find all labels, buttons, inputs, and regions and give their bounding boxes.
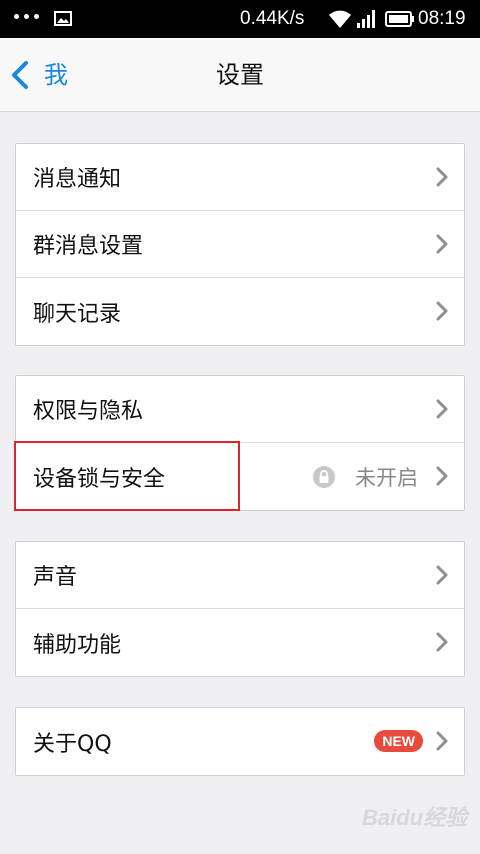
chevron-right-icon <box>436 466 448 486</box>
settings-item-group-messages[interactable]: 群消息设置 <box>16 211 464 278</box>
settings-item-sound[interactable]: 声音 <box>16 542 464 609</box>
chevron-right-icon <box>436 301 448 321</box>
chevron-right-icon <box>436 731 448 751</box>
network-speed: 0.44K/s <box>240 8 305 29</box>
settings-item-label: 辅助功能 <box>33 632 122 658</box>
navigation-bar: 我 设置 <box>0 38 480 112</box>
settings-group-about: 关于QQ NEW <box>15 707 465 776</box>
settings-item-label: 群消息设置 <box>33 234 144 259</box>
chevron-right-icon <box>436 632 448 652</box>
signal-icon <box>357 10 375 28</box>
settings-group-privacy: 权限与隐私 设备锁与安全 未开启 <box>15 375 465 511</box>
status-bar: 0.44K/s 08:19 <box>0 0 480 38</box>
page-title: 设置 <box>216 61 264 89</box>
watermark: Baidu经验 <box>362 805 468 830</box>
settings-group-messages: 消息通知 群消息设置 聊天记录 <box>15 143 465 346</box>
new-badge: NEW <box>374 730 423 752</box>
image-notification-icon <box>54 11 72 26</box>
settings-item-label: 消息通知 <box>33 167 122 192</box>
settings-item-label: 权限与隐私 <box>33 399 144 424</box>
settings-item-device-lock[interactable]: 设备锁与安全 未开启 <box>16 443 464 510</box>
chevron-right-icon <box>436 565 448 585</box>
chevron-right-icon <box>436 234 448 254</box>
chevron-right-icon <box>436 399 448 419</box>
more-notifications-icon <box>14 14 39 19</box>
settings-item-privacy[interactable]: 权限与隐私 <box>16 376 464 443</box>
chevron-right-icon <box>436 167 448 187</box>
settings-item-accessibility[interactable]: 辅助功能 <box>16 609 464 676</box>
settings-group-sound: 声音 辅助功能 <box>15 541 465 677</box>
settings-item-chat-history[interactable]: 聊天记录 <box>16 278 464 345</box>
settings-item-about-qq[interactable]: 关于QQ NEW <box>16 708 464 775</box>
lock-icon <box>313 466 335 488</box>
wifi-icon <box>329 10 351 28</box>
settings-item-label: 声音 <box>33 565 78 590</box>
settings-item-label: 设备锁与安全 <box>33 466 166 492</box>
settings-item-label: 关于QQ <box>33 731 112 757</box>
settings-item-label: 聊天记录 <box>33 301 122 327</box>
battery-icon <box>385 11 414 27</box>
settings-item-notifications[interactable]: 消息通知 <box>16 144 464 211</box>
device-lock-status: 未开启 <box>355 465 418 490</box>
clock: 08:19 <box>418 8 466 29</box>
